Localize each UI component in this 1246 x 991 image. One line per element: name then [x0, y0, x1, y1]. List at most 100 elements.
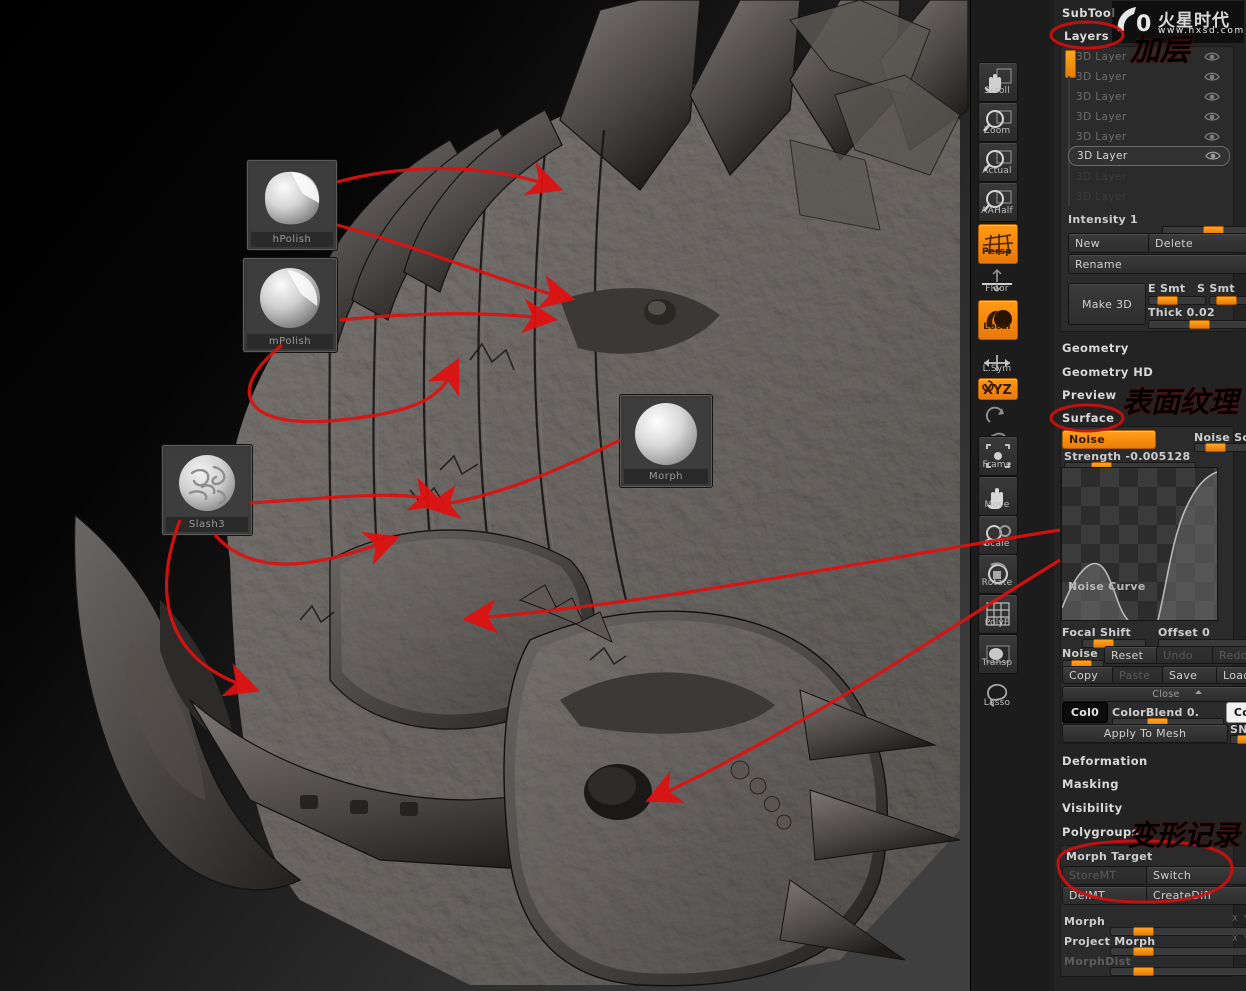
section-surface[interactable]: Surface	[1062, 411, 1114, 425]
layer-row-8[interactable]: 3D Layer	[1068, 188, 1228, 206]
section-visibility[interactable]: Visibility	[1062, 801, 1122, 815]
tool-button-actual[interactable]	[978, 142, 1018, 182]
layer-rename-button[interactable]: Rename	[1068, 254, 1246, 274]
thick-label: Thick 0.02	[1148, 306, 1215, 319]
tool-button-aahalf[interactable]	[978, 182, 1018, 222]
morphdist-slider[interactable]	[1110, 967, 1246, 976]
morph-target-header: Morph Target	[1066, 850, 1153, 863]
tool-button-zoom[interactable]	[978, 102, 1018, 142]
brush-hpolish-thumb	[251, 164, 333, 231]
tool-button-rotate[interactable]	[978, 554, 1018, 594]
layer-label: 3D Layer	[1076, 171, 1127, 183]
layer-row-5[interactable]: 3D Layer	[1068, 128, 1228, 146]
tool-button-move[interactable]	[978, 476, 1018, 516]
morph-xyz-label: X Y Z	[1232, 914, 1246, 923]
brush-thumb-mpolish[interactable]: mPolish	[243, 258, 337, 352]
noise-save-button[interactable]: Save	[1162, 666, 1220, 684]
noise-close-button[interactable]: Close	[1062, 686, 1246, 702]
tool-button-polyf[interactable]	[978, 594, 1018, 634]
tool-button-rotate-cw[interactable]	[978, 404, 1016, 430]
layer-label: 3D Layer	[1076, 131, 1127, 143]
layer-new-button[interactable]: New	[1068, 233, 1152, 253]
tool-button-local[interactable]	[978, 300, 1018, 340]
local-pivot-icon	[986, 310, 1012, 328]
col0-swatch-button[interactable]: Col0	[1062, 702, 1108, 723]
eye-icon[interactable]	[1204, 131, 1220, 142]
zbrush-window: hPolish mPolish Slash3 Morph Scroll Zoom…	[0, 0, 1246, 991]
section-geometry-hd[interactable]: Geometry HD	[1062, 365, 1153, 379]
ssmt-slider[interactable]	[1209, 296, 1246, 305]
eye-icon[interactable]	[1204, 111, 1220, 122]
noise-toggle-button[interactable]: Noise	[1062, 430, 1156, 449]
layer-row-1[interactable]: 3D Layer	[1068, 48, 1228, 66]
frame-icon	[986, 444, 1010, 468]
section-geometry[interactable]: Geometry	[1062, 341, 1129, 355]
section-polygroups[interactable]: Polygroups	[1062, 825, 1139, 839]
apply-to-mesh-button[interactable]: Apply To Mesh	[1062, 724, 1228, 743]
section-layers[interactable]: Layers	[1064, 29, 1109, 43]
3d-sculpt-viewport[interactable]	[0, 0, 970, 991]
magnifier-zoom-icon	[983, 110, 1012, 132]
section-subtool[interactable]: SubTool	[1062, 6, 1116, 20]
brush-slash3-label: Slash3	[166, 517, 248, 532]
tool-button-floor[interactable]	[978, 262, 1016, 300]
layer-label: 3D Layer	[1077, 150, 1128, 162]
brush-morph-label: Morph	[624, 469, 708, 484]
storemt-button: StoreMT	[1062, 866, 1150, 885]
noise-curve-graph[interactable]	[1062, 468, 1217, 620]
tool-button-xyz[interactable]: XYZ	[978, 378, 1018, 400]
layer-make3d-button[interactable]: Make 3D	[1068, 283, 1146, 325]
rotate-icon	[988, 562, 1008, 584]
brush-thumb-slash3[interactable]: Slash3	[162, 445, 252, 535]
eye-icon[interactable]	[1205, 150, 1221, 161]
section-preview[interactable]: Preview	[1062, 388, 1117, 402]
noise-scale-slider[interactable]	[1194, 443, 1246, 452]
hand-move-icon	[987, 488, 1003, 510]
brush-mpolish-label: mPolish	[247, 334, 333, 349]
magnifier-aahalf-icon	[983, 190, 1012, 212]
noise-load-button[interactable]: Load	[1216, 666, 1246, 684]
delmt-button[interactable]: DelMT	[1062, 886, 1150, 905]
tool-button-scale[interactable]	[978, 515, 1018, 555]
noise-copy-button[interactable]: Copy	[1062, 666, 1116, 684]
switch-button[interactable]: Switch	[1146, 866, 1246, 885]
section-masking[interactable]: Masking	[1062, 777, 1119, 791]
thick-slider[interactable]	[1148, 320, 1246, 329]
tool-button-frame[interactable]	[978, 436, 1018, 476]
layer-row-4[interactable]: 3D Layer	[1068, 108, 1228, 126]
layer-row-3[interactable]: 3D Layer	[1068, 88, 1228, 106]
tool-button-persp[interactable]	[978, 224, 1018, 264]
watermark: 0 火星时代 www.hxsd.com	[1112, 1, 1244, 43]
section-deformation[interactable]: Deformation	[1062, 754, 1148, 768]
watermark-url: www.hxsd.com	[1158, 26, 1245, 36]
layer-row-6-selected[interactable]: 3D Layer	[1068, 146, 1230, 166]
esmt-slider[interactable]	[1148, 296, 1206, 305]
layer-label: 3D Layer	[1076, 111, 1127, 123]
layer-label: 3D Layer	[1076, 91, 1127, 103]
snorm-slider[interactable]	[1230, 735, 1246, 744]
noise-curve-preview[interactable]	[1061, 467, 1218, 621]
layer-row-7[interactable]: 3D Layer	[1068, 168, 1228, 186]
magnifier-actual-icon	[983, 150, 1012, 172]
noise-reset-button[interactable]: Reset	[1104, 646, 1160, 664]
morph-label: Morph	[1064, 915, 1106, 928]
brush-thumb-morph[interactable]: Morph	[620, 395, 712, 487]
intensity-label: Intensity 1	[1068, 213, 1139, 226]
esmt-label: E Smt	[1148, 282, 1186, 295]
scale-icon	[983, 525, 1011, 546]
focal-shift-label: Focal Shift	[1062, 626, 1132, 639]
tool-button-scroll[interactable]	[978, 62, 1018, 102]
tool-button-transp[interactable]	[978, 634, 1018, 674]
noise-undo-button: Undo	[1156, 646, 1216, 664]
brush-thumb-hpolish[interactable]: hPolish	[247, 160, 337, 250]
eye-icon[interactable]	[1204, 71, 1220, 82]
eye-icon[interactable]	[1204, 51, 1220, 62]
xyz-axis-icon: XYZ	[982, 380, 1012, 398]
layer-delete-button[interactable]: Delete	[1148, 233, 1246, 253]
creatediff-button[interactable]: CreateDiff	[1146, 886, 1246, 905]
col1-swatch-button[interactable]: Col1	[1226, 702, 1246, 723]
sculpt-render	[0, 0, 970, 991]
eye-icon[interactable]	[1204, 91, 1220, 102]
layer-row-2[interactable]: 3D Layer	[1068, 68, 1228, 86]
tool-button-lasso[interactable]	[978, 675, 1016, 713]
